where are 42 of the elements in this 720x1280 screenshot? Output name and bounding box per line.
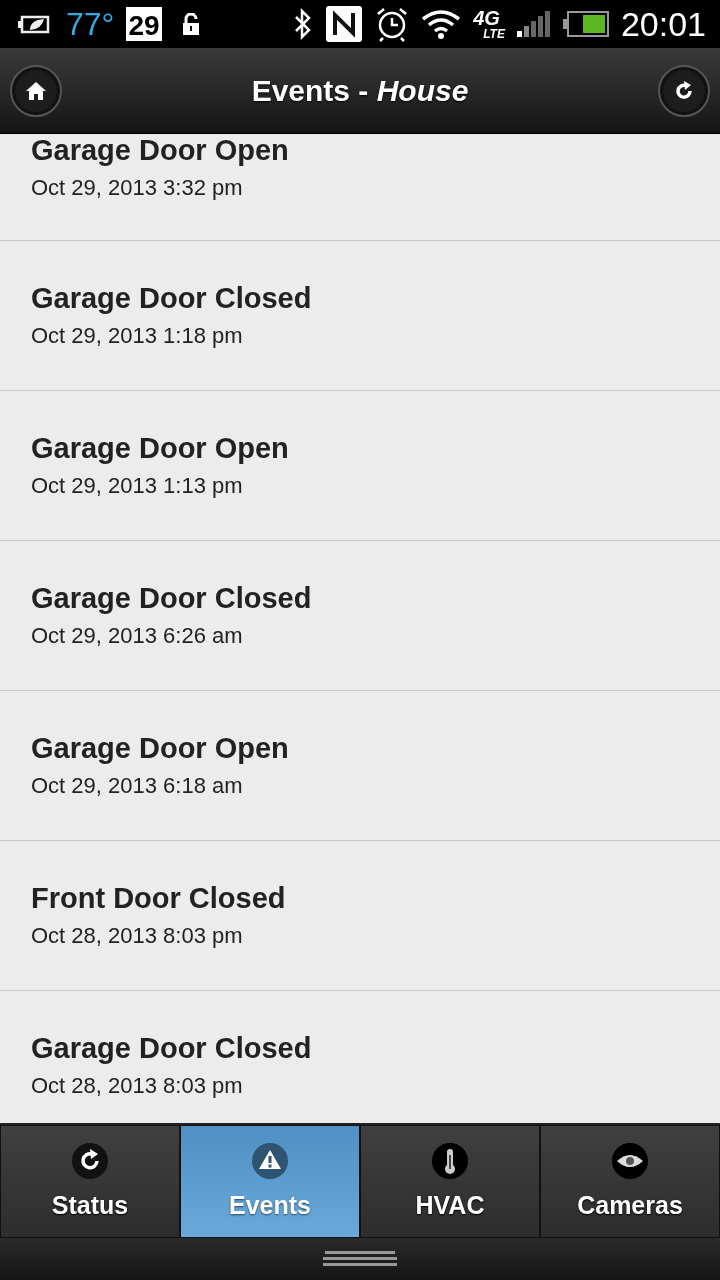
drawer-handle-icon[interactable] <box>323 1251 397 1267</box>
event-date: Oct 28, 2013 8:03 pm <box>31 1073 244 1099</box>
tab[interactable]: Status <box>0 1125 180 1238</box>
event-item[interactable]: Garage Door Open Oct 29, 2013 6:18 am <box>0 691 720 841</box>
battery-icon <box>562 11 609 37</box>
event-title: Garage Door Open <box>31 732 290 765</box>
event-item[interactable]: Garage Door Open Oct 29, 2013 3:32 pm <box>0 134 720 241</box>
event-date: Oct 29, 2013 6:18 am <box>31 773 244 799</box>
wifi-icon <box>421 9 462 39</box>
event-title: Front Door Closed <box>31 882 287 915</box>
refresh-icon <box>673 79 695 102</box>
lock-icon <box>181 13 200 35</box>
event-title: Garage Door Closed <box>31 582 313 615</box>
network-type: 4G LTE <box>473 8 505 40</box>
event-date: Oct 28, 2013 8:03 pm <box>31 923 244 949</box>
event-date: Oct 29, 2013 6:26 am <box>31 623 244 649</box>
calendar-day: 29 <box>126 7 162 41</box>
event-title: Garage Door Open <box>31 432 290 465</box>
tab[interactable]: Cameras <box>540 1125 720 1238</box>
event-item[interactable]: Garage Door Closed Oct 29, 2013 1:18 pm <box>0 241 720 391</box>
tab[interactable]: HVAC <box>360 1125 540 1238</box>
clock: 20:01 <box>620 4 706 44</box>
event-title: Garage Door Open <box>31 134 290 167</box>
event-item[interactable]: Front Door Closed Oct 28, 2013 8:03 pm <box>0 841 720 991</box>
event-date: Oct 29, 2013 1:13 pm <box>31 473 244 499</box>
eye-icon <box>612 1143 648 1179</box>
warning-icon <box>252 1143 288 1179</box>
nfc-icon <box>325 5 364 43</box>
event-date: Oct 29, 2013 1:18 pm <box>31 323 244 349</box>
temperature: 77° <box>66 5 115 43</box>
thermometer-icon <box>432 1143 468 1179</box>
event-title: Garage Door Closed <box>31 1032 313 1065</box>
home-button[interactable] <box>10 64 62 117</box>
event-item[interactable]: Garage Door Open Oct 29, 2013 1:13 pm <box>0 391 720 541</box>
refresh-button[interactable] <box>658 64 710 117</box>
event-title: Garage Door Closed <box>31 282 313 315</box>
refresh-icon <box>72 1143 108 1179</box>
event-date: Oct 29, 2013 3:32 pm <box>31 175 244 201</box>
event-item[interactable]: Garage Door Closed Oct 29, 2013 6:26 am <box>0 541 720 691</box>
page-title: Events - House <box>250 73 470 108</box>
home-icon <box>25 80 47 101</box>
signal-icon <box>516 11 551 37</box>
